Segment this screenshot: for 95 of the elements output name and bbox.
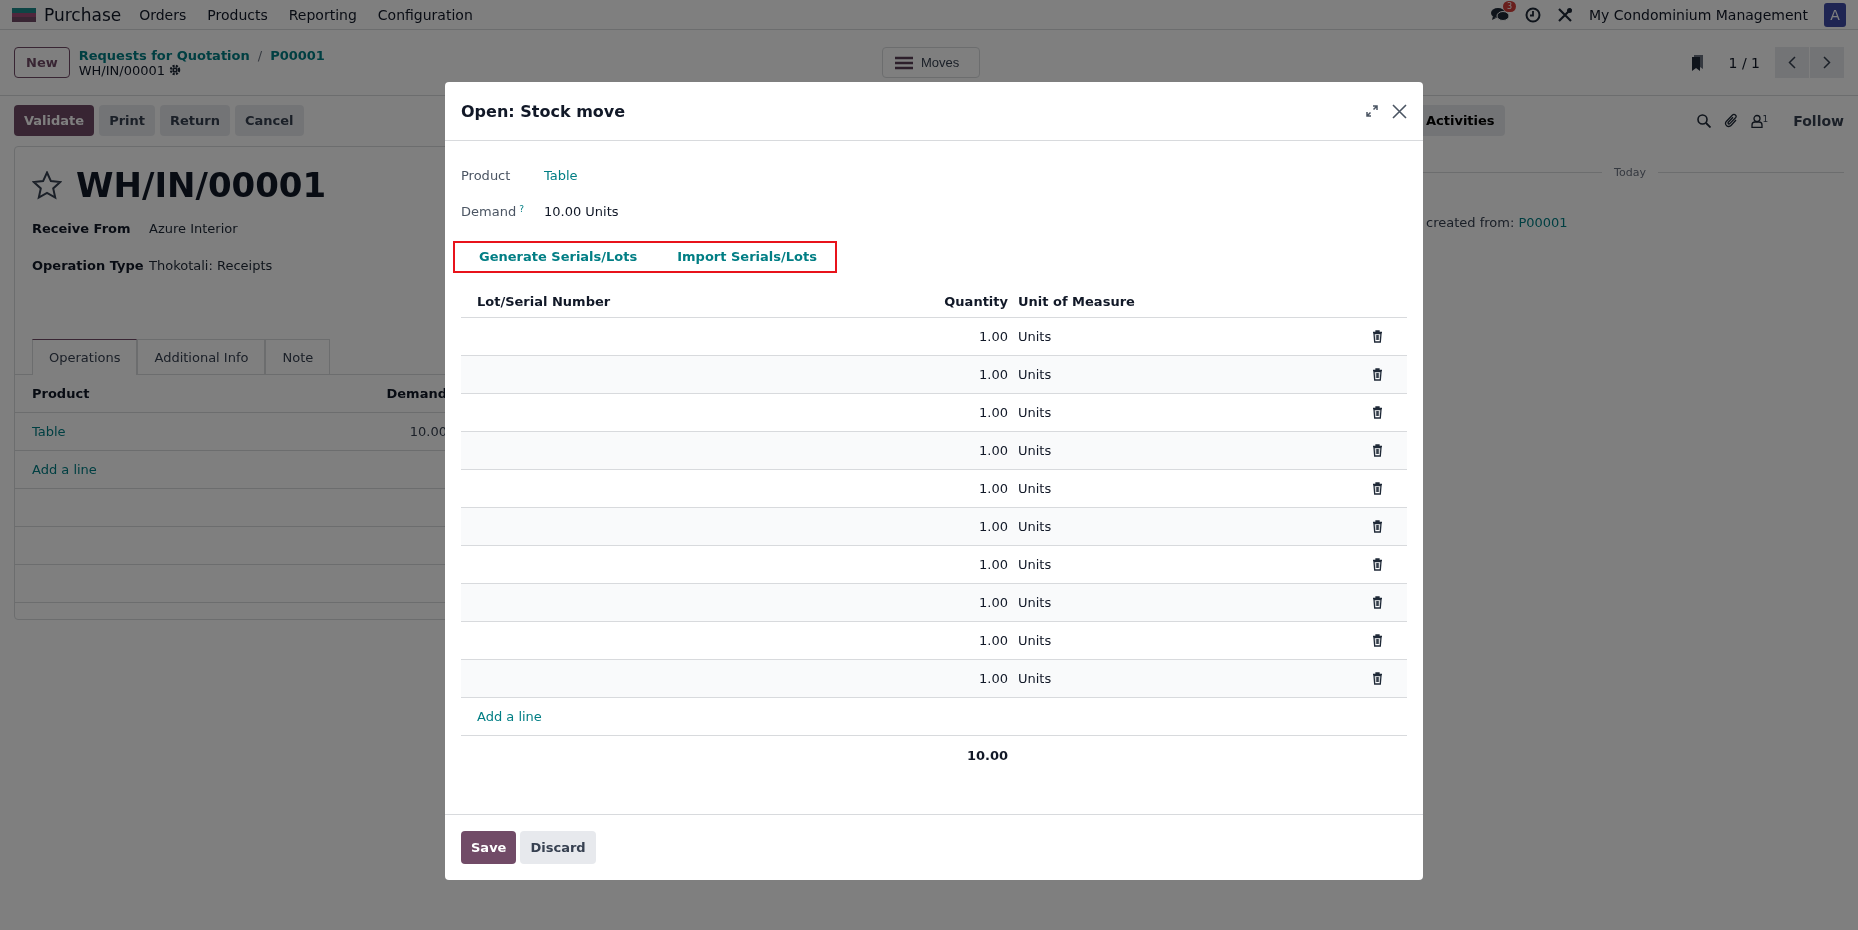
- table-cell-text: Units: [1017, 671, 1053, 686]
- column-header[interactable]: Product: [32, 386, 363, 401]
- add-line-link[interactable]: Add a line: [32, 462, 363, 477]
- add-line-link[interactable]: Add a line: [461, 709, 918, 724]
- chat-icon[interactable]: [1491, 7, 1510, 22]
- tab[interactable]: Operations: [32, 339, 138, 375]
- action-button[interactable]: Cancel: [235, 105, 304, 136]
- gear-icon[interactable]: [169, 64, 182, 76]
- table-cell-text: 1.00: [978, 557, 1008, 572]
- date-separator: Today: [1614, 166, 1646, 179]
- serial-action-button[interactable]: Import Serials/Lots: [677, 249, 817, 264]
- menu-item[interactable]: Orders: [139, 6, 187, 23]
- field-value[interactable]: Thokotali: Receipts: [149, 258, 273, 283]
- dialog-button[interactable]: Save: [461, 831, 517, 864]
- notification-badge: 3: [1503, 1, 1517, 12]
- dialog-button[interactable]: Discard: [520, 831, 596, 864]
- product-link[interactable]: Table: [32, 424, 363, 439]
- table-cell-text: 1.00: [978, 595, 1008, 610]
- table-cell-text: 1.00: [978, 481, 1008, 496]
- tab[interactable]: Additional Info: [137, 339, 266, 375]
- expand-icon[interactable]: [1366, 105, 1378, 117]
- breadcrumb-link[interactable]: Requests for Quotation: [78, 47, 250, 63]
- menu-item[interactable]: Products: [207, 6, 268, 23]
- action-button[interactable]: Print: [99, 105, 156, 136]
- serial-action-button[interactable]: Generate Serials/Lots: [479, 249, 638, 264]
- pager-value[interactable]: 1 / 1: [1728, 54, 1760, 71]
- user-avatar[interactable]: A: [1824, 2, 1846, 27]
- action-button[interactable]: Validate: [14, 105, 95, 136]
- total-value: 10.00: [965, 747, 1008, 763]
- person-icon: [1750, 113, 1763, 128]
- field-label: Receive From: [32, 221, 132, 238]
- clock-icon[interactable]: [1525, 6, 1542, 23]
- table-cell-text: 1.00: [978, 367, 1008, 382]
- tools-icon[interactable]: [1557, 6, 1574, 23]
- table-cell-text: Units: [1017, 481, 1053, 496]
- trash-icon[interactable]: [1372, 482, 1383, 495]
- close-icon[interactable]: [1392, 103, 1407, 119]
- moves-button[interactable]: Moves: [882, 47, 981, 78]
- record-title: WH/IN/00001: [76, 165, 327, 205]
- column-header[interactable]: Demand: [363, 386, 447, 401]
- dialog-title: Open: Stock move: [461, 101, 627, 121]
- follow-button[interactable]: Follow: [1793, 112, 1844, 129]
- trash-icon[interactable]: [1372, 330, 1383, 343]
- search-icon[interactable]: [1696, 113, 1711, 128]
- table-cell-text: 1.00: [978, 405, 1008, 420]
- trash-icon[interactable]: [1372, 596, 1383, 609]
- app-icon[interactable]: [12, 7, 36, 22]
- column-header[interactable]: Unit of Measure: [1008, 293, 1348, 309]
- table-cell-text: Units: [1017, 405, 1053, 420]
- message-link[interactable]: P00001: [1518, 215, 1568, 230]
- app-name[interactable]: Purchase: [44, 4, 122, 25]
- table-cell-text: Units: [1017, 367, 1053, 382]
- message-text: created from:: [1426, 215, 1515, 230]
- table-cell-text: 1.00: [978, 633, 1008, 648]
- table-cell-text: Units: [1017, 557, 1053, 572]
- trash-icon[interactable]: [1372, 444, 1383, 457]
- menu-item[interactable]: Configuration: [377, 6, 473, 23]
- trash-icon[interactable]: [1372, 672, 1383, 685]
- star-icon[interactable]: [32, 170, 62, 200]
- field-label: Product: [461, 167, 512, 183]
- menu-item[interactable]: Reporting: [288, 6, 357, 23]
- field-value: 10.00 Units: [544, 203, 619, 219]
- field-label: Operation Type: [32, 258, 145, 275]
- field-value[interactable]: Azure Interior: [149, 221, 238, 246]
- table-cell-text: Units: [1017, 519, 1053, 534]
- tab[interactable]: Note: [265, 339, 331, 375]
- table-cell-text: 1.00: [978, 519, 1008, 534]
- menu-icon: [895, 55, 913, 70]
- new-button[interactable]: New: [14, 47, 70, 78]
- trash-icon[interactable]: [1372, 406, 1383, 419]
- field-label: Demand $^{?}$: [461, 203, 525, 219]
- table-cell-text: Units: [1017, 595, 1053, 610]
- table-cell-text: Units: [1017, 443, 1053, 458]
- trash-icon[interactable]: [1372, 634, 1383, 647]
- product-link[interactable]: Table: [544, 167, 578, 183]
- bookmark-icon[interactable]: [1690, 54, 1705, 71]
- chevron-right-icon: [1823, 56, 1831, 69]
- column-header[interactable]: Quantity: [918, 293, 1008, 309]
- trash-icon[interactable]: [1372, 558, 1383, 571]
- column-header[interactable]: Lot/Serial Number: [461, 293, 918, 309]
- table-cell-text: 1.00: [978, 671, 1008, 686]
- followers-button[interactable]: 1: [1750, 113, 1769, 128]
- table-cell-text: Units: [1017, 329, 1053, 344]
- trash-icon[interactable]: [1372, 368, 1383, 381]
- record-name: WH/IN/00001: [78, 62, 166, 78]
- company-name[interactable]: My Condominium Management: [1589, 6, 1808, 23]
- trash-icon[interactable]: [1372, 520, 1383, 533]
- chevron-left-icon: [1788, 56, 1796, 69]
- table-cell-text: 1.00: [978, 329, 1008, 344]
- table-cell-text: 1.00: [978, 443, 1008, 458]
- paperclip-icon[interactable]: [1723, 113, 1738, 128]
- breadcrumb-link[interactable]: P00001: [270, 47, 325, 63]
- action-button[interactable]: Return: [160, 105, 230, 136]
- table-cell-text: Units: [1017, 633, 1053, 648]
- breadcrumb-separator: /: [257, 47, 263, 63]
